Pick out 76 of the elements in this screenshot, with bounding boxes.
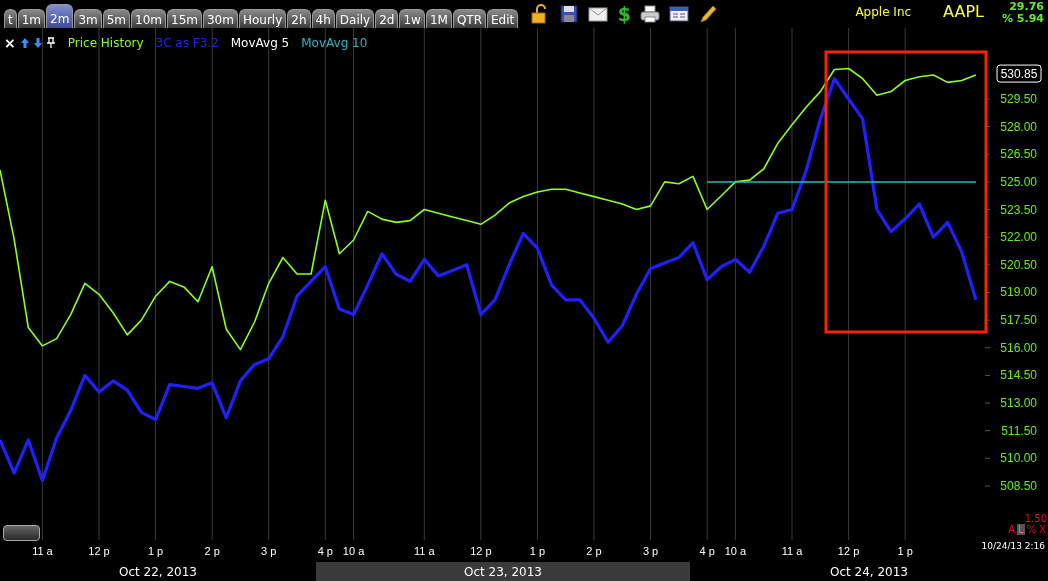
axis-label: 516.00 [1000,340,1037,355]
axis-label: 523.50 [1000,202,1037,217]
scale-button[interactable]: A [1007,524,1017,535]
pencil-icon[interactable] [698,4,719,24]
axis-label: 12 p [470,545,492,557]
axis-label: 525.00 [1000,174,1037,189]
date-label: Oct 24, 2013 [829,563,909,581]
percent-change: % 5.94 [1002,13,1044,25]
up-arrow-icon[interactable] [19,37,30,49]
axis-label: 513.00 [1000,396,1037,411]
timeframe-tab[interactable]: Edit [487,9,519,28]
scale-button[interactable]: X [1038,524,1047,535]
timeframe-tab[interactable]: 1M [425,9,452,28]
scale-button[interactable]: % [1025,524,1038,535]
timeframe-tab[interactable]: 5m [102,9,131,28]
timeframe-tab[interactable]: 15m [167,9,202,28]
timeframe-tab[interactable]: 30m [202,9,238,28]
axis-label: 520.50 [1000,257,1037,272]
legend-entry[interactable]: Price History [67,36,144,50]
axis-label: 526.50 [1000,147,1037,162]
down-arrow-icon[interactable] [32,37,43,49]
dollar-icon[interactable]: $ [617,4,632,24]
axis-label: 11 a [414,545,435,557]
axis-label: 517.50 [1000,313,1037,328]
close-icon[interactable]: × [4,35,16,51]
axis-label: 4 p [317,545,333,557]
axis-label: 519.00 [1000,285,1037,300]
timeframe-tab[interactable]: 3m [74,9,102,28]
timeframe-tab[interactable]: 1w [399,9,425,28]
axis-label: 1 p [147,545,164,557]
axis-label: 11 a [781,545,803,557]
timeframe-tab[interactable]: 2d [375,9,399,28]
timeframe-tab[interactable]: Daily [335,9,375,28]
step-value: 1.50 [1024,513,1047,524]
axis-label: 511.50 [1001,423,1037,438]
axis-label: 528.00 [1000,119,1037,134]
axis-label: 10 a [724,545,747,557]
axis-label: 1 p [529,545,546,557]
axis-label: 4 p [699,545,715,557]
axis-label: 510.00 [1000,451,1037,466]
timestamp: 10/24/13 2:16 [981,541,1045,551]
axis-label: 11 a [32,545,53,557]
axis-label: 529.50 [1000,91,1037,106]
pin-icon[interactable] [45,37,56,49]
company-name: Apple Inc [855,5,912,19]
timeframe-tab[interactable]: QTR [452,9,486,28]
date-label: Oct 22, 2013 [118,563,198,581]
timeframe-tab[interactable]: 1m [17,9,46,28]
timeframe-tab[interactable]: 4h [311,9,335,28]
mail-icon[interactable] [588,4,609,24]
ticker-symbol: AAPL [943,2,984,21]
timeframe-tab[interactable]: 10m [131,9,166,28]
scroll-thumb[interactable] [3,525,40,541]
axis-label: 2 p [586,545,602,557]
legend-entry[interactable]: MovAvg 5 [230,36,290,50]
window-icon[interactable] [669,4,690,24]
price-change: 29.76 [1009,1,1044,13]
axis-label: 10 a [342,545,365,557]
timeframe-tab[interactable]: 2m [46,4,74,28]
axis-label: 2 p [204,545,220,557]
price-label: 530.85 [996,64,1042,83]
printer-icon[interactable] [640,4,661,24]
axis-label: 514.50 [1000,368,1037,383]
axis-label: 508.50 [1000,479,1037,493]
timeframe-tab[interactable]: 2h [287,9,311,28]
axis-label: 3 p [642,545,659,557]
axis-label: 12 p [88,545,110,557]
legend-entry[interactable]: MovAvg 10 [301,36,368,50]
save-icon[interactable] [559,4,580,24]
axis-label: 3 p [261,545,277,557]
axis-label: 1 p [897,545,913,557]
timeframe-tab[interactable]: Hourly [238,9,287,28]
axis-label: 12 p [837,545,860,557]
timeframe-tab[interactable]: t [4,9,17,28]
date-label: Oct 23, 2013 [316,562,690,581]
axis-label: 522.00 [1000,230,1037,245]
